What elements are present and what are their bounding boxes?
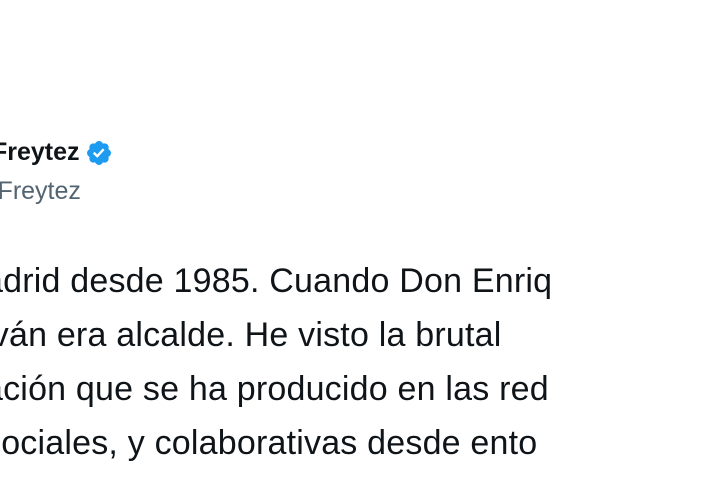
- tweet-card: Freytez iFreytez adrid desde 1985. Cuand…: [0, 0, 720, 480]
- author-display-name[interactable]: Freytez: [0, 136, 80, 168]
- tweet-text-line: sociales, y colaborativas desde ento: [0, 424, 538, 462]
- verified-badge-icon: [85, 139, 113, 167]
- author-name-row: Freytez: [0, 136, 113, 168]
- tweet-text-line: lván era alcalde. He visto la brutal: [0, 316, 502, 354]
- tweet-text: adrid desde 1985. Cuando Don Enriq lván …: [0, 254, 720, 470]
- tweet-author[interactable]: Freytez iFreytez: [0, 136, 113, 207]
- tweet-text-line: ación que se ha producido en las red: [0, 370, 549, 408]
- author-handle[interactable]: iFreytez: [0, 175, 113, 207]
- tweet-text-line: adrid desde 1985. Cuando Don Enriq: [0, 262, 553, 300]
